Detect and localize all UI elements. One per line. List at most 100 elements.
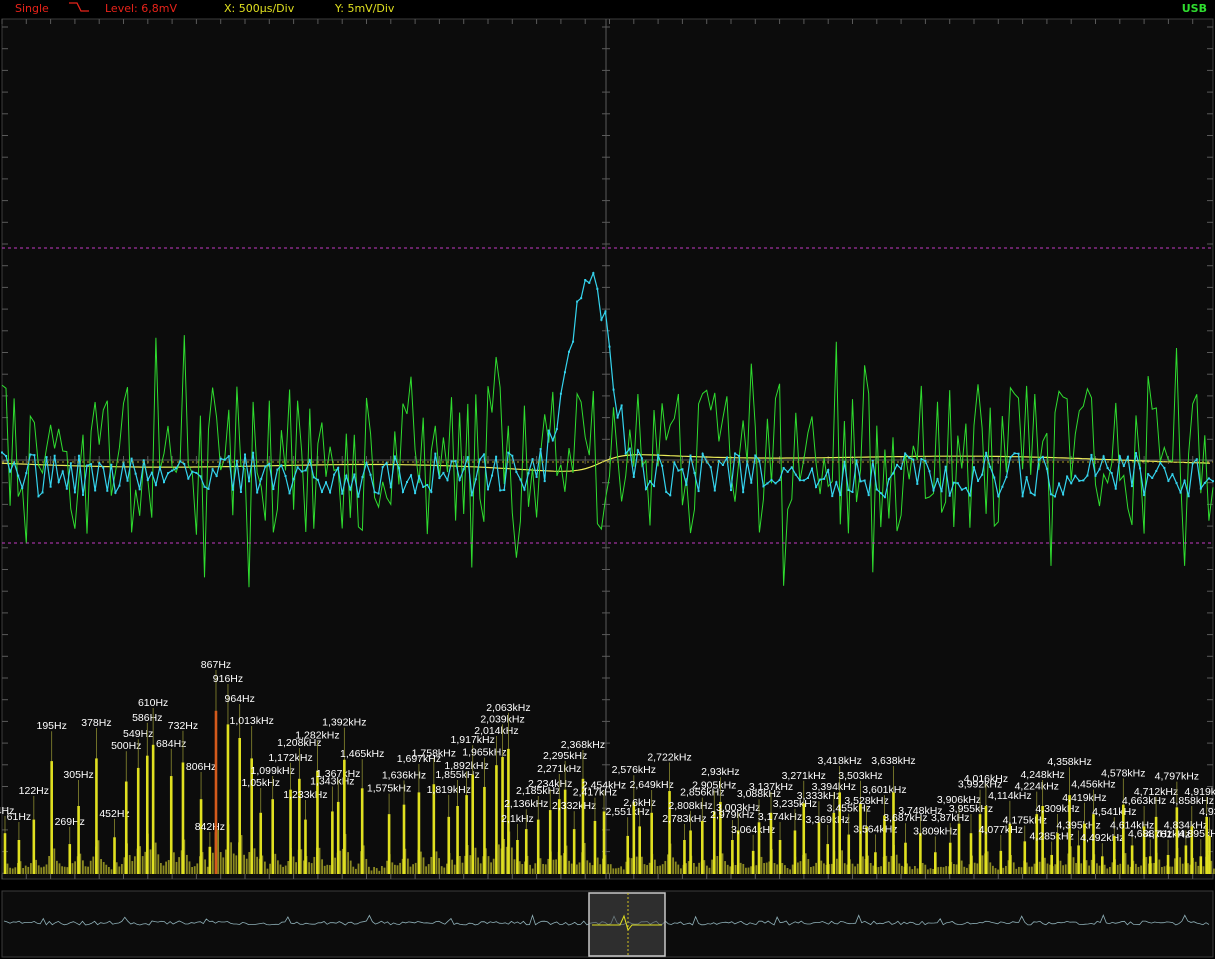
peak-label[interactable]: 500Hz xyxy=(111,740,141,752)
peak-label[interactable]: 4,93 xyxy=(1199,806,1215,818)
peak-label[interactable]: 586Hz xyxy=(132,712,162,724)
peak-label[interactable]: 1,013kHz xyxy=(229,715,273,727)
spectrum-noise-bar xyxy=(427,864,430,874)
peak-label[interactable]: 4,492kHz xyxy=(1080,832,1124,844)
peak-label[interactable]: 2,808kHz xyxy=(668,800,712,812)
peak-label[interactable]: 1,465kHz xyxy=(340,748,384,760)
peak-label[interactable]: 1,965kHz xyxy=(462,747,506,759)
peak-label[interactable]: 4,419kHz xyxy=(1062,792,1106,804)
cyan-sample-point xyxy=(231,488,234,491)
peak-label[interactable]: 2,295kHz xyxy=(543,750,587,762)
peak-label[interactable]: 3,809kHz xyxy=(913,825,957,837)
peak-label[interactable]: 3,394kHz xyxy=(812,781,856,793)
peak-label[interactable]: 2,783kHz xyxy=(662,813,706,825)
peak-label[interactable]: 2,722kHz xyxy=(647,751,691,763)
peak-label[interactable]: 2,1kHz xyxy=(501,813,534,825)
peak-label[interactable]: 2,649kHz xyxy=(630,779,674,791)
peak-label[interactable]: 2,136kHz xyxy=(504,798,548,810)
peak-label[interactable]: 1,233kHz xyxy=(283,789,327,801)
spectrum-noise-bar xyxy=(942,867,945,874)
peak-label[interactable]: 4,224kHz xyxy=(1015,781,1059,793)
peak-label[interactable]: 4,919kHz xyxy=(1185,786,1215,798)
peak-label[interactable]: 3,174kHz xyxy=(758,811,802,823)
peak-label[interactable]: 2,905kHz xyxy=(692,779,736,791)
peak-label[interactable]: 4,456kHz xyxy=(1071,779,1115,791)
peak-label[interactable]: 2,6kHz xyxy=(623,797,656,809)
peak-label[interactable]: 4,016kHz xyxy=(964,773,1008,785)
overview-strip[interactable] xyxy=(1,890,1214,958)
peak-label[interactable]: 549Hz xyxy=(123,728,153,740)
cyan-sample-point xyxy=(1167,479,1170,482)
spectrum-noise-bar xyxy=(245,858,248,874)
spectrum-noise-bar xyxy=(167,860,170,874)
peak-label[interactable]: 1,758kHz xyxy=(412,747,456,759)
peak-label[interactable]: 4,285kHz xyxy=(1030,831,1074,843)
peak-label[interactable]: 122Hz xyxy=(19,785,49,797)
plot-area[interactable] xyxy=(1,18,1214,880)
peak-label[interactable]: 3,601kHz xyxy=(862,784,906,796)
peak-label[interactable]: 61Hz xyxy=(7,811,32,823)
spectrum-peak-bar xyxy=(1035,814,1039,874)
peak-label[interactable]: 3,638kHz xyxy=(871,755,915,767)
spectrum-noise-bar xyxy=(742,863,745,874)
peak-label[interactable]: 2,454kHz xyxy=(582,779,626,791)
spectrum-noise-bar xyxy=(414,862,417,874)
peak-label[interactable]: 4,797kHz xyxy=(1155,771,1199,783)
cyan-sample-point xyxy=(738,454,741,457)
peak-label[interactable]: 3,369kHz xyxy=(806,814,850,826)
cyan-sample-point xyxy=(102,466,105,469)
peak-label[interactable]: 3,528kHz xyxy=(844,795,888,807)
peak-label[interactable]: 1,392kHz xyxy=(322,717,366,729)
peak-label[interactable]: 4,541kHz xyxy=(1092,806,1136,818)
peak-label[interactable]: 3,418kHz xyxy=(818,755,862,767)
spectrum-noise-bar xyxy=(851,863,854,874)
peak-label[interactable]: 4,309kHz xyxy=(1035,803,1079,815)
peak-label[interactable]: 4,248kHz xyxy=(1020,769,1064,781)
peak-label[interactable]: 2,063kHz xyxy=(486,702,530,714)
peak-label[interactable]: 2,368kHz xyxy=(561,739,605,751)
peak-label[interactable]: 3,564kHz xyxy=(853,823,897,835)
peak-label[interactable]: 3,137kHz xyxy=(749,781,793,793)
peak-label[interactable]: 1,575kHz xyxy=(367,783,411,795)
peak-label[interactable]: 305Hz xyxy=(63,769,93,781)
peak-label[interactable]: 4,358kHz xyxy=(1047,756,1091,768)
cyan-sample-point xyxy=(17,474,20,477)
spectrum-noise-bar xyxy=(716,856,719,874)
peak-label[interactable]: 1,05kHz xyxy=(241,777,280,789)
cyan-sample-point xyxy=(434,452,437,455)
peak-label[interactable]: 3,503kHz xyxy=(838,770,882,782)
peak-label[interactable]: 684Hz xyxy=(156,738,186,750)
peak-label[interactable]: 3,064kHz xyxy=(731,824,775,836)
peak-label[interactable]: 1,172kHz xyxy=(268,752,312,764)
peak-label[interactable]: 269Hz xyxy=(55,816,85,828)
peak-label[interactable]: 806Hz xyxy=(186,761,216,773)
peak-label[interactable]: 2,234kHz xyxy=(528,778,572,790)
peak-label[interactable]: 2,014kHz xyxy=(474,725,518,737)
peak-label[interactable]: 610Hz xyxy=(138,697,168,709)
peak-label[interactable]: 1,819kHz xyxy=(427,784,471,796)
peak-label[interactable]: 842Hz xyxy=(195,821,225,833)
peak-label[interactable]: 732Hz xyxy=(168,720,198,732)
peak-label[interactable]: 3,003kHz xyxy=(716,802,760,814)
scope-display[interactable]: 4Hz61Hz122Hz195Hz269Hz305Hz378Hz452Hz500… xyxy=(0,0,1215,959)
peak-label[interactable]: 1,636kHz xyxy=(382,769,426,781)
peak-label[interactable]: 2,039kHz xyxy=(480,713,524,725)
peak-label[interactable]: 867Hz xyxy=(201,659,231,671)
peak-label[interactable]: 2,93kHz xyxy=(701,766,740,778)
peak-label[interactable]: 378Hz xyxy=(81,717,111,729)
peak-label[interactable]: 2,332kHz xyxy=(552,800,596,812)
peak-label[interactable]: 1,099kHz xyxy=(251,765,295,777)
peak-label[interactable]: 3,271kHz xyxy=(782,770,826,782)
spectrum-noise-bar xyxy=(206,866,209,874)
peak-label[interactable]: 195Hz xyxy=(36,720,66,732)
peak-label[interactable]: 2,271kHz xyxy=(537,763,581,775)
peak-label[interactable]: 4,578kHz xyxy=(1101,767,1145,779)
peak-label[interactable]: 1,892kHz xyxy=(444,760,488,772)
peak-label[interactable]: 916Hz xyxy=(213,673,243,685)
peak-label[interactable]: 1,367kHz xyxy=(316,768,360,780)
peak-label[interactable]: 1,282kHz xyxy=(295,729,339,741)
peak-label[interactable]: 4,175kHz xyxy=(1003,815,1047,827)
cyan-sample-point xyxy=(734,452,737,455)
peak-label[interactable]: 2,576kHz xyxy=(612,764,656,776)
peak-label[interactable]: 964Hz xyxy=(225,693,255,705)
